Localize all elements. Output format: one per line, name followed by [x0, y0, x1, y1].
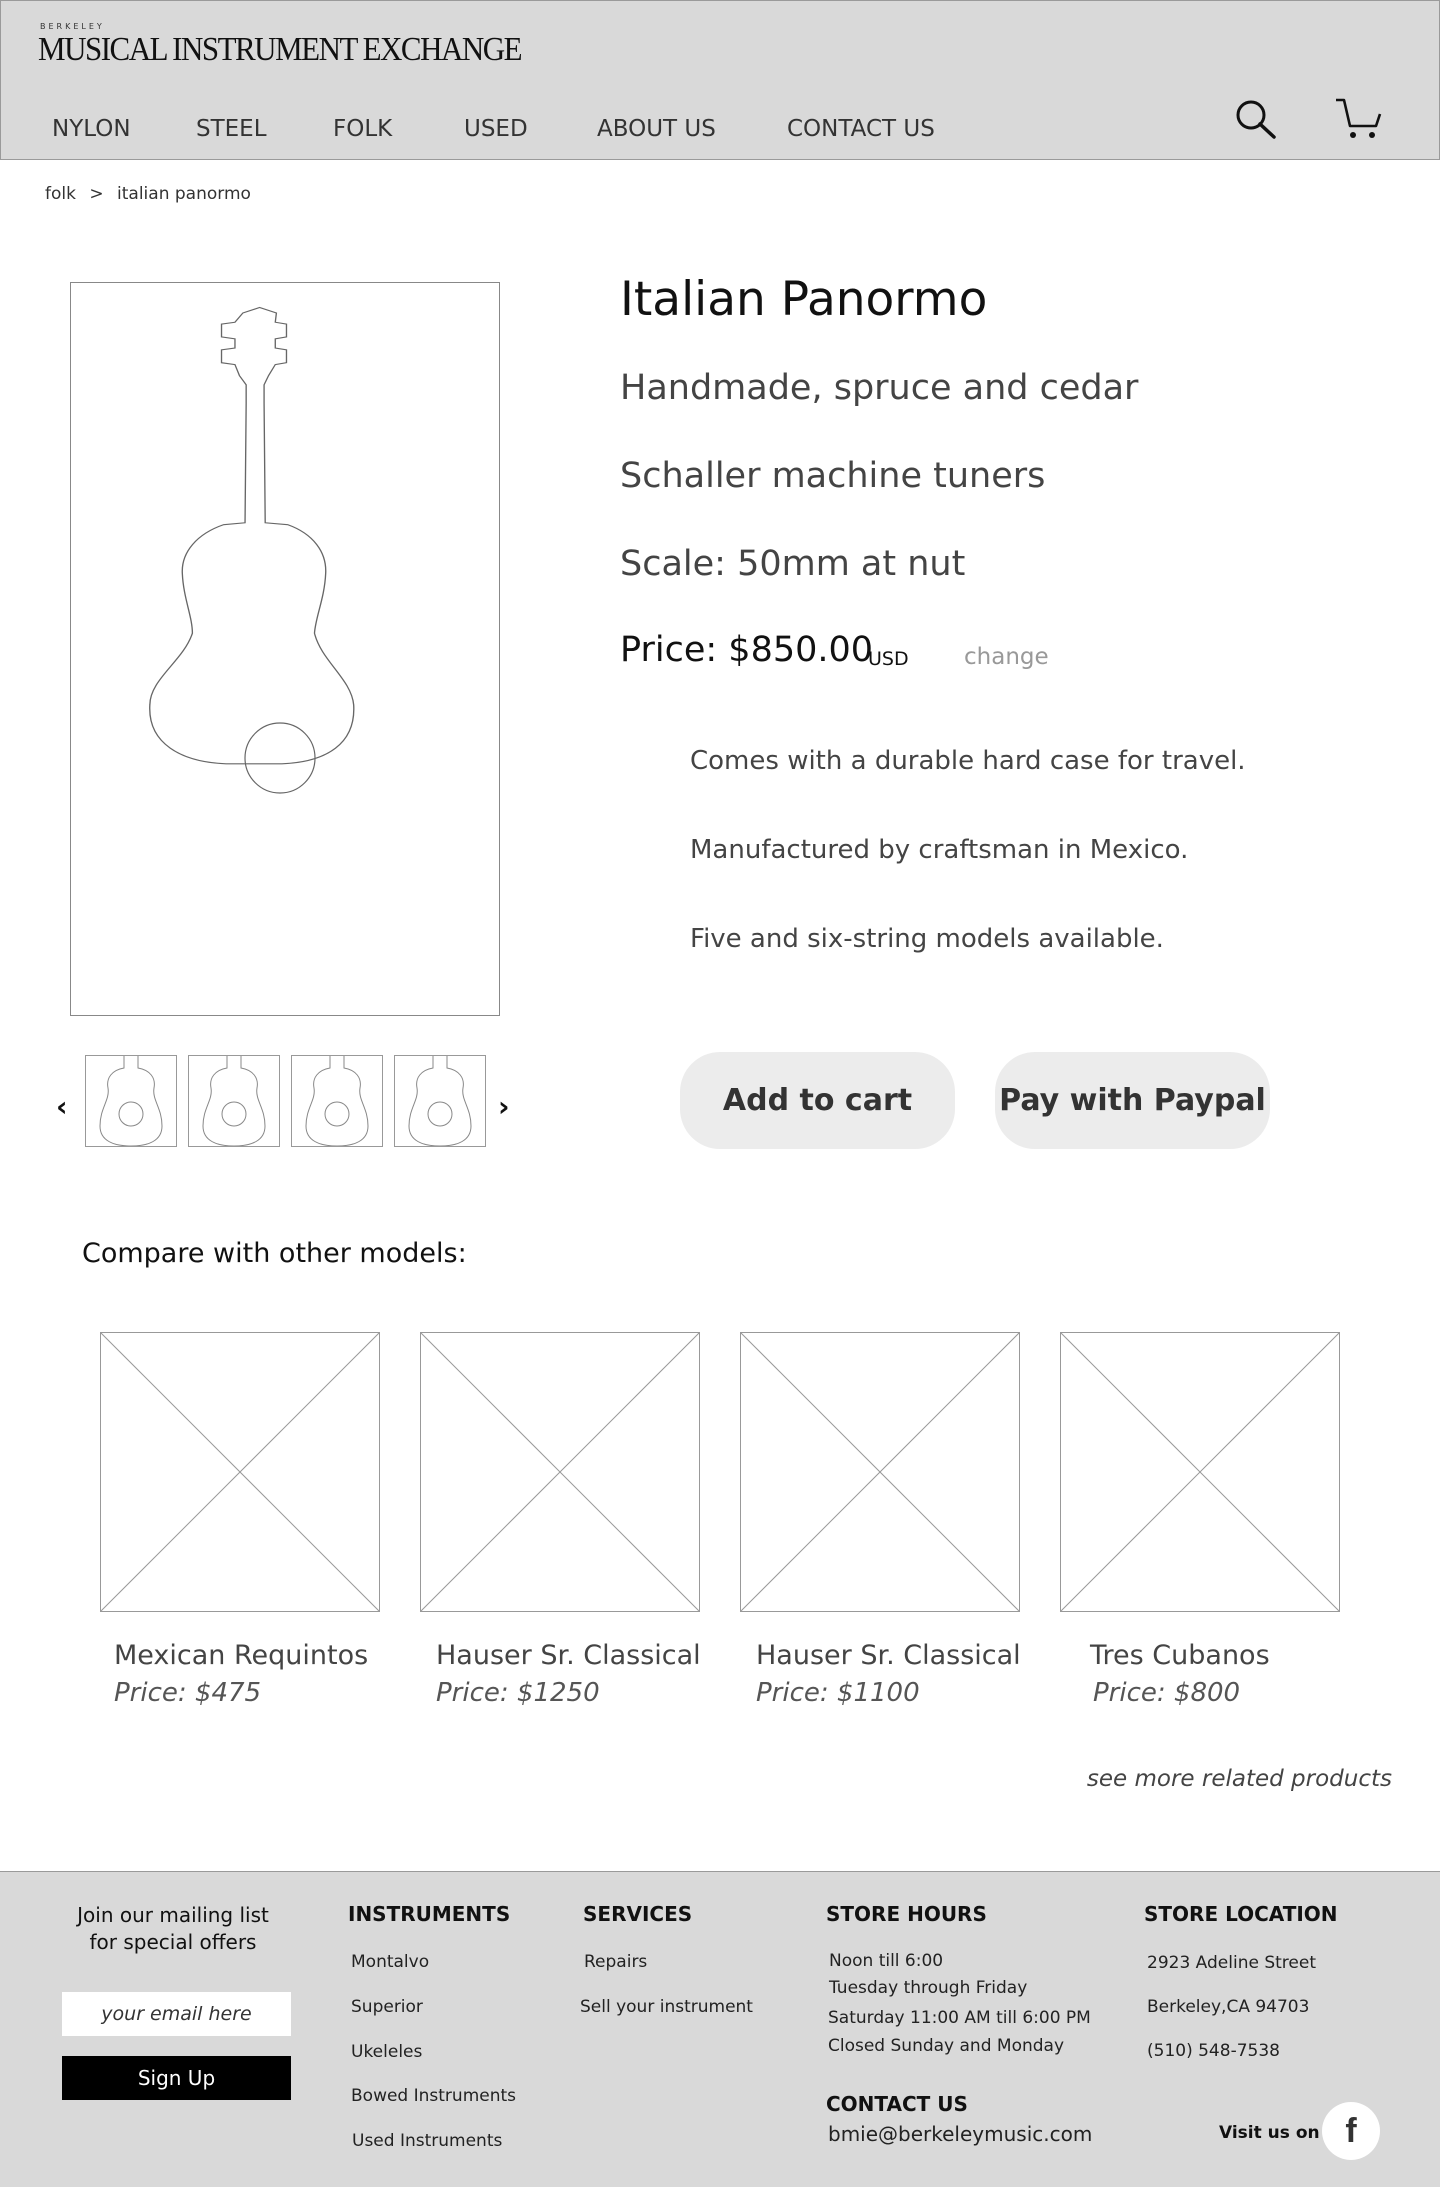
- image-placeholder-icon: [420, 1332, 700, 1612]
- product-detail-tuners: Schaller machine tuners: [620, 456, 1046, 496]
- feature-manufacture: Manufactured by craftsman in Mexico.: [690, 835, 1189, 865]
- thumbnail-1[interactable]: [85, 1055, 177, 1147]
- nav-nylon[interactable]: NYLON: [52, 116, 131, 142]
- feature-case: Comes with a durable hard case for trave…: [690, 746, 1246, 776]
- feature-models: Five and six-string models available.: [690, 924, 1164, 954]
- compare-heading: Compare with other models:: [82, 1238, 467, 1269]
- store-location-heading: STORE LOCATION: [1144, 1902, 1338, 1926]
- hours-line-3: Saturday 11:00 AM till 6:00 PM: [828, 2008, 1091, 2028]
- thumbnail-4[interactable]: [394, 1055, 486, 1147]
- guitar-thumbnail-icon: [408, 1056, 472, 1147]
- pay-with-paypal-button[interactable]: Pay with Paypal: [995, 1052, 1270, 1149]
- cart-icon[interactable]: [1334, 96, 1382, 140]
- breadcrumb: folk > italian panormo: [45, 184, 259, 204]
- product-main-image[interactable]: [70, 282, 500, 1016]
- store-hours-heading: STORE HOURS: [826, 1902, 987, 1926]
- product-title: Italian Panormo: [620, 272, 988, 327]
- image-placeholder-icon: [1060, 1332, 1340, 1612]
- services-heading: SERVICES: [583, 1902, 693, 1926]
- compare-image-1[interactable]: [100, 1332, 380, 1612]
- guitar-thumbnail-icon: [305, 1056, 369, 1147]
- nav-contact-us[interactable]: CONTACT US: [787, 116, 935, 142]
- nav-steel[interactable]: STEEL: [196, 116, 267, 142]
- guitar-thumbnail-icon: [202, 1056, 266, 1147]
- site-logo[interactable]: MUSICAL INSTRUMENT EXCHANGE: [38, 30, 523, 69]
- compare-item-name-4[interactable]: Tres Cubanos: [1090, 1640, 1270, 1671]
- see-more-related-link[interactable]: see more related products: [1087, 1766, 1392, 1792]
- facebook-icon[interactable]: f: [1322, 2102, 1380, 2160]
- thumbnail-next-arrow[interactable]: ›: [498, 1090, 510, 1123]
- thumbnail-3[interactable]: [291, 1055, 383, 1147]
- compare-item-name-3[interactable]: Hauser Sr. Classical: [756, 1640, 1021, 1671]
- compare-image-3[interactable]: [740, 1332, 1020, 1612]
- sign-up-button[interactable]: Sign Up: [62, 2056, 291, 2100]
- image-placeholder-icon: [740, 1332, 1020, 1612]
- product-detail-material: Handmade, spruce and cedar: [620, 368, 1139, 408]
- email-field[interactable]: [62, 1992, 291, 2036]
- visit-us-label: Visit us on: [1219, 2123, 1320, 2143]
- footer-link-used-instruments[interactable]: Used Instruments: [352, 2131, 502, 2151]
- product-detail-scale: Scale: 50mm at nut: [620, 544, 966, 584]
- hours-line-4: Closed Sunday and Monday: [828, 2036, 1065, 2056]
- nav-about-us[interactable]: ABOUT US: [597, 116, 716, 142]
- thumbnail-prev-arrow[interactable]: ‹: [56, 1090, 68, 1123]
- mailing-list-text: Join our mailing list for special offers: [62, 1902, 284, 1956]
- image-placeholder-icon: [100, 1332, 380, 1612]
- product-price: Price: $850.00: [620, 630, 874, 670]
- search-icon[interactable]: [1234, 98, 1278, 142]
- hours-line-1: Noon till 6:00: [829, 1951, 944, 1971]
- location-phone: (510) 548-7538: [1147, 2041, 1280, 2061]
- breadcrumb-parent[interactable]: folk: [45, 184, 76, 204]
- location-city: Berkeley,CA 94703: [1147, 1997, 1310, 2017]
- nav-folk[interactable]: FOLK: [333, 116, 392, 142]
- compare-image-4[interactable]: [1060, 1332, 1340, 1612]
- contact-heading: CONTACT US: [826, 2092, 968, 2116]
- breadcrumb-current: italian panormo: [117, 184, 251, 204]
- mailing-list-line-2: for special offers: [89, 1930, 257, 1954]
- footer-link-bowed-instruments[interactable]: Bowed Instruments: [351, 2086, 516, 2106]
- mailing-list-line-1: Join our mailing list: [77, 1903, 269, 1927]
- compare-item-name-1[interactable]: Mexican Requintos: [114, 1640, 368, 1671]
- compare-image-2[interactable]: [420, 1332, 700, 1612]
- guitar-thumbnail-icon: [99, 1056, 163, 1147]
- compare-item-name-2[interactable]: Hauser Sr. Classical: [436, 1640, 701, 1671]
- compare-item-price-4: Price: $800: [1093, 1678, 1241, 1708]
- footer-link-superior[interactable]: Superior: [351, 1997, 423, 2017]
- footer-link-repairs[interactable]: Repairs: [584, 1952, 647, 1972]
- thumbnail-2[interactable]: [188, 1055, 280, 1147]
- nav-used[interactable]: USED: [464, 116, 528, 142]
- guitar-illustration: [149, 306, 355, 794]
- footer-link-montalvo[interactable]: Montalvo: [351, 1952, 429, 1972]
- location-street: 2923 Adeline Street: [1147, 1953, 1316, 1973]
- contact-email-link[interactable]: bmie@berkeleymusic.com: [828, 2122, 1092, 2146]
- footer-link-ukeleles[interactable]: Ukeleles: [351, 2042, 422, 2062]
- footer-link-sell-instrument[interactable]: Sell your instrument: [580, 1997, 753, 2017]
- breadcrumb-separator: >: [89, 184, 104, 204]
- add-to-cart-button[interactable]: Add to cart: [680, 1052, 955, 1149]
- compare-item-price-3: Price: $1100: [756, 1678, 920, 1708]
- change-currency-link[interactable]: change: [964, 644, 1049, 670]
- instruments-heading: INSTRUMENTS: [348, 1902, 511, 1926]
- compare-item-price-2: Price: $1250: [436, 1678, 600, 1708]
- hours-line-2: Tuesday through Friday: [829, 1978, 1028, 1998]
- compare-item-price-1: Price: $475: [114, 1678, 262, 1708]
- currency-label: USD: [868, 648, 909, 670]
